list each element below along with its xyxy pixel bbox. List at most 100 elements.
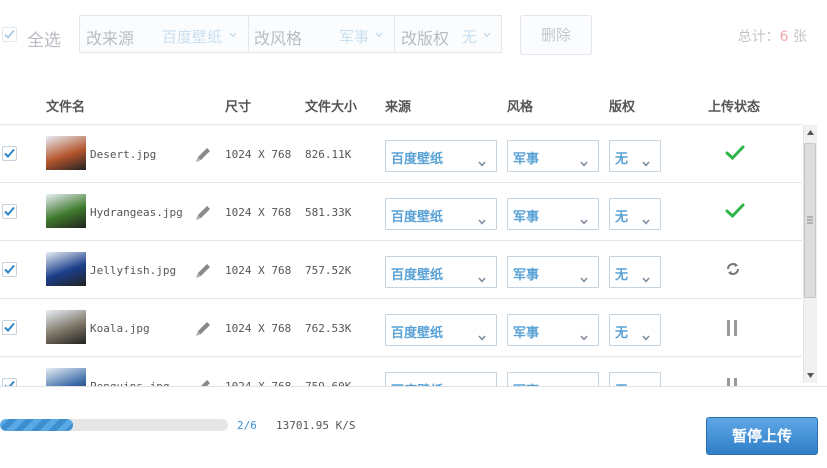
pause-icon <box>725 319 739 341</box>
copyright-select[interactable]: 无 <box>609 256 661 288</box>
source-select[interactable]: 百度壁纸 <box>385 256 497 288</box>
chevron-down-icon <box>580 161 588 167</box>
upload-speed: 13701.95 K/S <box>276 419 356 432</box>
edit-pencil-icon[interactable] <box>193 203 213 223</box>
image-dimensions: 1024 X 768 <box>225 322 292 335</box>
chevron-down-icon <box>229 32 237 38</box>
edit-pencil-icon[interactable] <box>193 145 213 165</box>
footer-divider <box>0 386 827 387</box>
change-source-dropdown[interactable]: 改来源 百度壁纸 <box>79 15 249 53</box>
check-icon <box>4 206 15 216</box>
scroll-up-arrow-icon[interactable] <box>807 130 814 135</box>
edit-pencil-icon[interactable] <box>193 377 213 386</box>
file-name: Jellyfish.jpg <box>90 264 177 277</box>
style-select-value: 军事 <box>513 326 540 341</box>
file-list: Desert.jpg 1024 X 768 826.11K 百度壁纸 军事 无 … <box>0 125 802 386</box>
style-select[interactable]: 军事 <box>507 372 599 386</box>
edit-pencil-icon[interactable] <box>193 319 213 339</box>
row-checkbox[interactable] <box>2 320 17 335</box>
total-count: 总计：6 张 <box>738 26 807 46</box>
file-size: 581.33K <box>305 206 352 219</box>
check-icon <box>4 29 15 39</box>
file-name: Desert.jpg <box>90 148 157 161</box>
style-select[interactable]: 军事 <box>507 198 599 230</box>
copyright-select[interactable]: 无 <box>609 314 661 346</box>
file-name: Koala.jpg <box>90 322 150 335</box>
change-style-label: 改风格 <box>254 29 303 48</box>
table-row: Penguins.jpg 1024 X 768 759.60K 百度壁纸 军事 … <box>0 357 802 386</box>
upload-progress-count: 2/6 <box>237 419 257 432</box>
chevron-down-icon <box>478 161 486 167</box>
chevron-down-icon <box>478 335 486 341</box>
chevron-down-icon <box>375 32 383 38</box>
scrollbar-thumb[interactable] <box>804 143 816 298</box>
image-dimensions: 1024 X 768 <box>225 148 292 161</box>
check-icon <box>4 148 15 158</box>
thumbnail-image <box>46 368 86 386</box>
copyright-select[interactable]: 无 <box>609 198 661 230</box>
copyright-select-value: 无 <box>615 210 629 225</box>
change-style-value: 军事 <box>339 28 370 46</box>
change-style-dropdown[interactable]: 改风格 军事 <box>248 15 395 53</box>
change-copyright-dropdown[interactable]: 改版权 无 <box>394 15 502 53</box>
row-checkbox[interactable] <box>2 204 17 219</box>
change-source-value: 百度壁纸 <box>162 28 223 46</box>
column-header-style: 风格 <box>507 100 534 115</box>
upload-progress-bar <box>0 419 228 431</box>
style-select[interactable]: 军事 <box>507 256 599 288</box>
copyright-select[interactable]: 无 <box>609 372 661 386</box>
row-checkbox[interactable] <box>2 378 17 386</box>
source-select[interactable]: 百度壁纸 <box>385 314 497 346</box>
table-row: Desert.jpg 1024 X 768 826.11K 百度壁纸 军事 无 <box>0 125 802 183</box>
check-icon <box>4 322 15 332</box>
source-select[interactable]: 百度壁纸 <box>385 372 497 386</box>
upload-progress-fill <box>0 419 73 431</box>
row-checkbox[interactable] <box>2 146 17 161</box>
grip-icon <box>807 216 813 224</box>
total-unit: 张 <box>793 29 807 45</box>
column-header-filesize: 文件大小 <box>305 100 358 115</box>
image-dimensions: 1024 X 768 <box>225 264 292 277</box>
chevron-down-icon <box>642 335 650 341</box>
select-all-checkbox[interactable] <box>2 27 17 42</box>
row-checkbox[interactable] <box>2 262 17 277</box>
column-header-status: 上传状态 <box>708 100 761 115</box>
copyright-select-value: 无 <box>615 268 629 283</box>
scroll-down-arrow-icon[interactable] <box>807 373 814 378</box>
copyright-select[interactable]: 无 <box>609 140 661 172</box>
chevron-down-icon <box>580 335 588 341</box>
file-size: 762.53K <box>305 322 352 335</box>
edit-pencil-icon[interactable] <box>193 261 213 281</box>
chevron-down-icon <box>642 277 650 283</box>
thumbnail-image <box>46 252 86 286</box>
style-select[interactable]: 军事 <box>507 314 599 346</box>
delete-button[interactable]: 删除 <box>520 15 592 55</box>
pause-upload-button[interactable]: 暂停上传 <box>706 417 818 455</box>
column-header-copyright: 版权 <box>609 100 636 115</box>
table-row: Jellyfish.jpg 1024 X 768 757.52K 百度壁纸 军事… <box>0 241 802 299</box>
copyright-select-value: 无 <box>615 152 629 167</box>
source-select-value: 百度壁纸 <box>391 210 444 225</box>
change-copyright-label: 改版权 <box>401 29 450 48</box>
change-source-label: 改来源 <box>86 29 135 48</box>
source-select-value: 百度壁纸 <box>391 152 444 167</box>
image-dimensions: 1024 X 768 <box>225 206 292 219</box>
chevron-down-icon <box>642 161 650 167</box>
source-select[interactable]: 百度壁纸 <box>385 198 497 230</box>
file-name: Hydrangeas.jpg <box>90 206 183 219</box>
chevron-down-icon <box>580 219 588 225</box>
thumbnail-image <box>46 136 86 170</box>
thumbnail-image <box>46 310 86 344</box>
pause-icon <box>725 377 739 386</box>
file-size: 826.11K <box>305 148 352 161</box>
check-icon <box>725 203 745 223</box>
style-select[interactable]: 军事 <box>507 140 599 172</box>
table-row: Koala.jpg 1024 X 768 762.53K 百度壁纸 军事 无 <box>0 299 802 357</box>
thumbnail-image <box>46 194 86 228</box>
source-select[interactable]: 百度壁纸 <box>385 140 497 172</box>
column-header-filename: 文件名 <box>46 100 86 115</box>
source-select-value: 百度壁纸 <box>391 326 444 341</box>
select-all-label: 全选 <box>27 31 61 51</box>
total-number: 6 <box>779 29 789 45</box>
style-select-value: 军事 <box>513 210 540 225</box>
